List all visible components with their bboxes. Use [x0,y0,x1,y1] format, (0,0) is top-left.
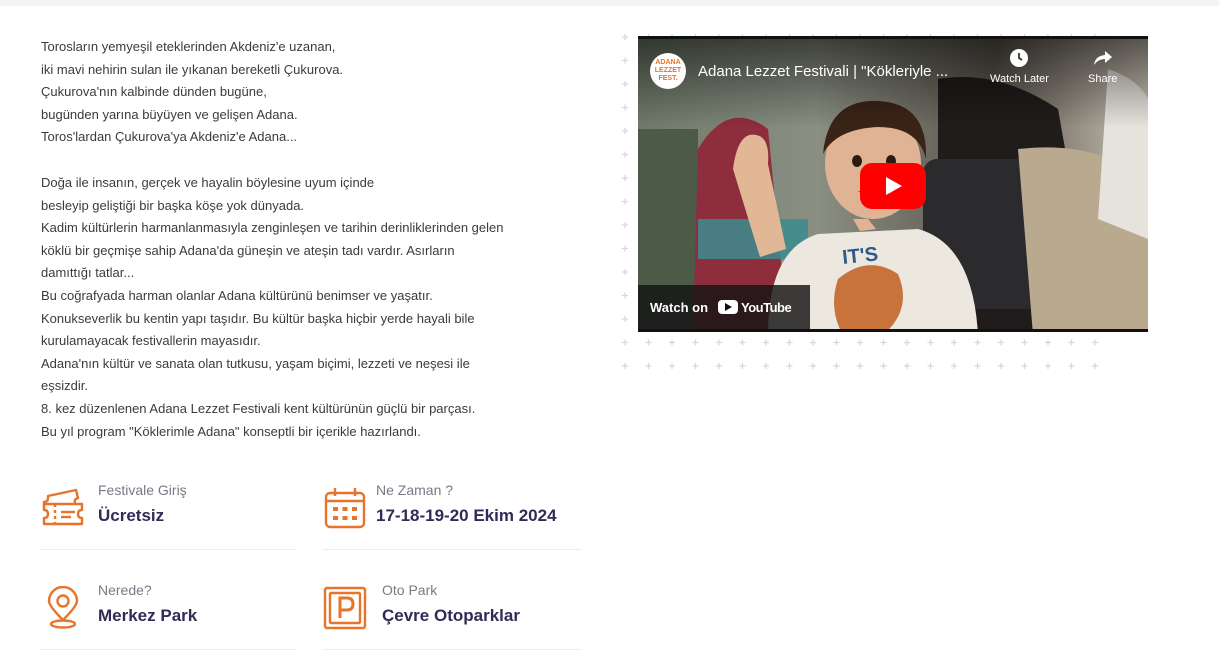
calendar-icon [324,488,366,529]
share-label: Share [1088,73,1118,85]
info-label: Festivale Giriş [98,482,187,498]
watch-later-label: Watch Later [990,73,1049,85]
watch-later-button[interactable]: Watch Later [990,47,1049,85]
info-when: Ne Zaman ? 17-18-19-20 Ekim 2024 [323,480,581,550]
intro-line: Bu yıl program "Köklerimle Adana" konsep… [41,423,421,439]
info-value: Merkez Park [98,606,198,625]
divider [41,649,296,650]
share-arrow-icon [1092,47,1114,69]
intro-line: Doğa ile insanın, gerçek ve hayalin böyl… [41,174,375,190]
festival-description: Torosların yemyeşil eteklerinden Akdeniz… [41,36,601,443]
ticket-icon [42,488,84,526]
video-section: IT'S ADANA LEZZET FEST. Adana Lezzet Fes… [614,26,1148,370]
intro-line: bugünden yarına büyüyen ve gelişen Adana… [41,106,298,122]
intro-line: kurulamayacak festivallerin mayasıdır. [41,333,261,349]
intro-line: Bu coğrafyada harman olanlar Adana kültü… [41,287,433,303]
parking-icon [323,586,367,630]
youtube-video-player[interactable]: IT'S ADANA LEZZET FEST. Adana Lezzet Fes… [638,36,1148,332]
info-parking: Oto Park Çevre Otoparklar [323,580,581,650]
youtube-wordmark: YouTube [741,299,792,315]
play-button[interactable] [860,163,926,209]
divider [41,549,296,550]
info-where-text: Nerede? Merkez Park [98,580,197,629]
info-label: Ne Zaman ? [376,482,454,498]
youtube-logo: YouTube [718,299,792,315]
info-entry-text: Festivale Giriş Ücretsiz [98,480,187,529]
youtube-play-mark-icon [718,300,739,314]
intro-line: besleyip geliştiği bir başka köşe yok dü… [41,197,305,213]
intro-line: damıttığı tatlar... [41,265,135,281]
intro-line: Çukurova'nın kalbinde dünden bugüne, [41,84,267,100]
info-value: Ücretsiz [98,506,165,525]
video-title-bar: ADANA LEZZET FEST. Adana Lezzet Festival… [650,51,1136,91]
info-label: Oto Park [382,582,438,598]
watch-on-youtube-link[interactable]: Watch on YouTube [638,285,810,329]
info-label: Nerede? [98,582,152,598]
info-when-text: Ne Zaman ? 17-18-19-20 Ekim 2024 [376,480,557,529]
intro-line: Torosların yemyeşil eteklerinden Akdeniz… [41,39,336,54]
play-icon [886,177,902,195]
intro-line: iki mavi nehirin sulan ile yıkanan berek… [41,61,344,77]
intro-line: köklü bir geçmişe sahip Adana'da güneşin… [41,242,455,258]
video-title[interactable]: Adana Lezzet Festivali | "Kökleriyle ... [698,63,983,80]
clock-icon [1008,47,1030,69]
top-bar [0,0,1219,6]
info-where: Nerede? Merkez Park [41,580,296,650]
channel-logo[interactable]: ADANA LEZZET FEST. [650,53,686,89]
intro-line: Toros'lardan Çukurova'ya Akdeniz'e Adana… [41,129,298,145]
intro-line: eşsizdir. [41,378,88,394]
watch-on-label: Watch on [650,299,709,315]
divider [323,549,581,550]
share-button[interactable]: Share [1088,47,1117,85]
intro-line: Konukseverlik bu kentin yapı taşıdır. Bu… [41,310,475,326]
info-entry: Festivale Giriş Ücretsiz [41,480,296,550]
intro-line: Adana'nın kültür ve sanata olan tutkusu,… [41,355,470,371]
divider [323,649,581,650]
info-parking-text: Oto Park Çevre Otoparklar [382,580,520,629]
intro-line: 8. kez düzenlenen Adana Lezzet Festivali… [41,400,476,416]
intro-line: Kadim kültürlerin harmanlanmasıyla zengi… [41,220,504,236]
info-value: Çevre Otoparklar [382,606,520,625]
info-value: 17-18-19-20 Ekim 2024 [376,506,557,525]
location-pin-icon [47,586,79,629]
